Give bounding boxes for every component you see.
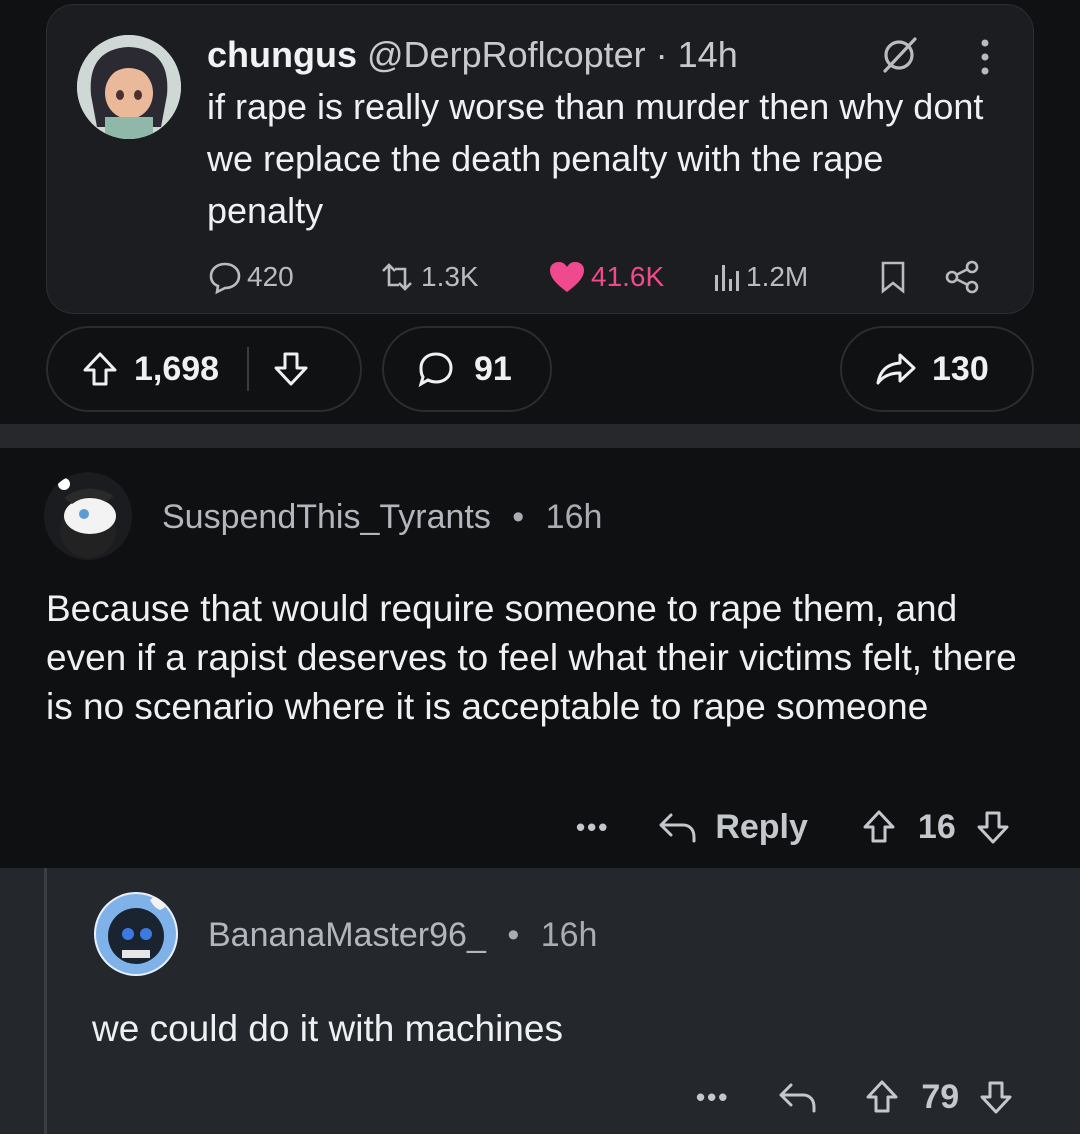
downvote-arrow-icon[interactable]	[271, 349, 311, 389]
comment-score: 79	[921, 1077, 960, 1116]
downvote-arrow-icon[interactable]	[977, 1077, 1015, 1117]
upvote-arrow-icon[interactable]	[860, 807, 898, 847]
comment-timestamp: 16h	[540, 916, 598, 954]
grok-icon[interactable]	[877, 33, 921, 77]
embedded-tweet-card[interactable]: chungus @DerpRoflcopter · 14h if rape is…	[46, 4, 1034, 314]
comment-actions: ••• Reply 16	[576, 802, 1012, 852]
comment-more-button[interactable]: •••	[696, 1082, 729, 1113]
tweet-like-count: 41.6K	[591, 261, 665, 292]
thread-line[interactable]	[44, 868, 47, 1134]
comment-avatar[interactable]	[94, 892, 178, 976]
comment-bubble-icon	[416, 349, 456, 389]
more-vertical-icon[interactable]	[977, 37, 993, 77]
tweet-retweet-action[interactable]: 1.3K	[377, 255, 479, 299]
reply-button[interactable]: Reply	[715, 808, 808, 847]
post-upvote-count: 1,698	[134, 349, 220, 388]
comment-username[interactable]: SuspendThis_Tyrants	[162, 498, 491, 536]
section-divider	[0, 424, 1080, 448]
tweet-views-action[interactable]: 1.2M	[712, 255, 808, 299]
tweet-like-action[interactable]: 41.6K	[547, 255, 664, 299]
heart-icon	[547, 259, 587, 295]
bookmark-icon	[877, 259, 909, 295]
share-arrow-icon	[874, 349, 918, 389]
tweet-reply-count: 420	[247, 261, 294, 292]
post-comments-button[interactable]: 91	[382, 326, 552, 412]
tweet-retweet-count: 1.3K	[421, 261, 479, 292]
bar-chart-icon	[712, 259, 742, 295]
retweet-icon	[377, 259, 417, 295]
comment-meta: SuspendThis_Tyrants • 16h	[162, 498, 602, 537]
comment-username[interactable]: BananaMaster96_	[208, 916, 486, 954]
tweet-view-count: 1.2M	[746, 261, 809, 292]
comment-avatar[interactable]	[44, 472, 132, 560]
comment-more-button[interactable]: •••	[576, 812, 609, 843]
meta-separator: •	[507, 916, 520, 954]
tweet-text: if rape is really worse than murder then…	[207, 86, 984, 231]
reply-comment: BananaMaster96_ • 16h we could do it wit…	[0, 868, 1080, 1134]
upvote-arrow-icon[interactable]	[863, 1077, 901, 1117]
tweet-author-avatar[interactable]	[77, 35, 181, 139]
post-vote-pill: 1,698	[46, 326, 362, 412]
tweet-reply-action[interactable]: 420	[207, 255, 294, 299]
tweet-bookmark-action[interactable]	[877, 255, 909, 299]
downvote-arrow-icon[interactable]	[974, 807, 1012, 847]
reply-arrow-icon[interactable]	[655, 807, 699, 847]
post-share-count: 130	[932, 349, 989, 388]
comment-text: Because that would require someone to ra…	[46, 588, 1017, 727]
comment: SuspendThis_Tyrants • 16h Because that w…	[0, 448, 1080, 868]
comment-score: 16	[917, 807, 956, 846]
tweet-header: chungus @DerpRoflcopter · 14h	[207, 33, 738, 77]
speech-bubble-icon	[207, 259, 243, 295]
vote-divider	[247, 347, 250, 391]
tweet-author-name[interactable]: chungus	[207, 34, 357, 75]
post-comment-count: 91	[474, 349, 512, 388]
reply-arrow-icon[interactable]	[775, 1077, 819, 1117]
share-nodes-icon	[942, 259, 982, 295]
comment-text: we could do it with machines	[92, 1008, 563, 1049]
tweet-share-action[interactable]	[942, 255, 982, 299]
upvote-arrow-icon[interactable]	[80, 349, 120, 389]
tweet-author-handle: @DerpRoflcopter · 14h	[367, 34, 738, 75]
comment-actions: ••• 79	[696, 1072, 1015, 1122]
meta-separator: •	[512, 498, 525, 536]
comment-meta: BananaMaster96_ • 16h	[208, 916, 597, 955]
comment-timestamp: 16h	[545, 498, 603, 536]
tweet-action-bar: 420 1.3K 41.6K 1.2M	[207, 255, 1007, 299]
post-share-button[interactable]: 130	[840, 326, 1034, 412]
